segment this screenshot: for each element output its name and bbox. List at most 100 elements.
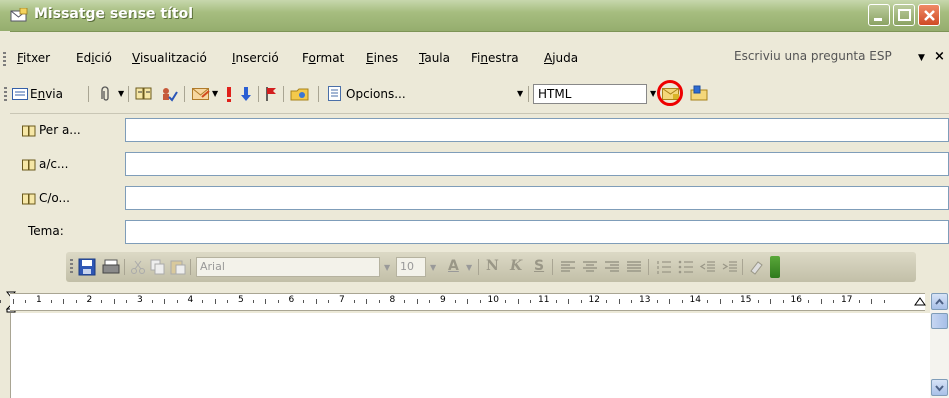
ruler-number: 9 bbox=[440, 295, 446, 305]
to-row: Per a... bbox=[10, 116, 949, 144]
send-button[interactable]: Envia bbox=[30, 87, 63, 101]
cut-icon[interactable] bbox=[130, 259, 146, 275]
ruler-tick bbox=[871, 299, 873, 304]
decrease-indent-icon[interactable] bbox=[700, 259, 716, 275]
menu-visualitzacio[interactable]: Visualització bbox=[132, 51, 207, 65]
ruler-tick bbox=[164, 299, 166, 304]
close-document-button[interactable]: × bbox=[934, 49, 945, 64]
toolbar-separator bbox=[318, 86, 319, 102]
menu-eines[interactable]: Eines bbox=[366, 51, 398, 65]
ruler-tick bbox=[0, 300, 2, 303]
scroll-up-button[interactable] bbox=[931, 293, 948, 310]
ruler-tick bbox=[113, 299, 115, 304]
bulleted-list-icon[interactable] bbox=[678, 259, 694, 275]
save-icon[interactable] bbox=[78, 258, 96, 276]
font-color-button[interactable]: A bbox=[448, 258, 459, 274]
toolbar-separator bbox=[258, 86, 259, 102]
format-toolbar-grip[interactable] bbox=[70, 259, 73, 275]
address-book-icon[interactable] bbox=[135, 86, 153, 102]
scroll-down-button[interactable] bbox=[931, 379, 948, 396]
font-color-dropdown-arrow[interactable]: ▼ bbox=[466, 263, 472, 272]
align-left-icon[interactable] bbox=[560, 259, 576, 275]
ruler-tick bbox=[808, 300, 810, 303]
ruler-tick bbox=[176, 300, 178, 303]
ruler-number: 1 bbox=[36, 295, 42, 305]
highlight-icon[interactable] bbox=[748, 259, 766, 275]
signature-envelope-icon[interactable] bbox=[192, 86, 210, 102]
send-envelope-icon bbox=[12, 88, 28, 100]
follow-up-flag-icon[interactable] bbox=[265, 86, 277, 102]
permission-folder-icon[interactable] bbox=[290, 86, 310, 102]
ruler-tick bbox=[252, 300, 254, 303]
right-indent-marker[interactable] bbox=[914, 297, 926, 307]
menu-fitxer[interactable]: Fitxer bbox=[17, 51, 50, 65]
ruler-tick bbox=[378, 300, 380, 303]
high-importance-icon[interactable] bbox=[224, 86, 234, 102]
menu-format[interactable]: Format bbox=[302, 51, 344, 65]
menu-grip[interactable] bbox=[3, 52, 6, 66]
ruler-tick bbox=[214, 299, 216, 304]
message-format-dropdown-arrow[interactable]: ▼ bbox=[650, 89, 656, 98]
bcc-button[interactable]: C/o... bbox=[18, 186, 118, 210]
low-importance-icon[interactable] bbox=[240, 86, 252, 102]
print-icon[interactable] bbox=[102, 258, 120, 276]
digital-signature-icon[interactable] bbox=[690, 85, 710, 101]
options-button[interactable]: Opcions... bbox=[346, 87, 406, 101]
vertical-scrollbar[interactable] bbox=[930, 293, 949, 398]
increase-indent-icon[interactable] bbox=[722, 259, 738, 275]
check-names-icon[interactable] bbox=[160, 86, 178, 102]
menu-insercio[interactable]: Inserció bbox=[232, 51, 279, 65]
help-dropdown-arrow[interactable]: ▼ bbox=[918, 53, 925, 63]
ruler-tick bbox=[63, 299, 65, 304]
font-name-dropdown-arrow[interactable]: ▼ bbox=[384, 263, 390, 272]
bcc-label: C/o... bbox=[39, 191, 70, 205]
subject-field[interactable] bbox=[125, 220, 949, 244]
to-label: Per a... bbox=[39, 123, 81, 137]
menu-finestra[interactable]: Finestra bbox=[471, 51, 519, 65]
menu-ajuda[interactable]: Ajuda bbox=[544, 51, 578, 65]
align-center-icon[interactable] bbox=[582, 259, 598, 275]
ruler[interactable]: 1 2 3 4 5 6 7 8 9 10 11 12 13 14 15 16 17 bbox=[0, 293, 925, 311]
help-question-box[interactable]: Escriviu una pregunta ESP bbox=[732, 49, 924, 67]
numbered-list-icon[interactable] bbox=[656, 259, 672, 275]
menu-bar: Fitxer Edició Visualització Inserció For… bbox=[0, 44, 949, 74]
message-body[interactable] bbox=[10, 313, 931, 398]
toolbar-separator bbox=[184, 86, 185, 102]
to-field[interactable] bbox=[125, 118, 949, 142]
minimize-button[interactable] bbox=[868, 4, 890, 26]
paperclip-icon[interactable] bbox=[98, 86, 112, 102]
italic-button[interactable]: K bbox=[510, 258, 522, 274]
message-format-select[interactable]: HTML bbox=[533, 84, 647, 104]
ruler-tick bbox=[151, 300, 153, 303]
options-dropdown-arrow[interactable]: ▼ bbox=[517, 89, 523, 98]
ruler-tick bbox=[517, 299, 519, 304]
toolbar-grip[interactable] bbox=[4, 87, 7, 101]
ruler-tick bbox=[568, 299, 570, 304]
font-size-box[interactable]: 10 bbox=[396, 257, 426, 277]
ruler-tick bbox=[770, 299, 772, 304]
ruler-tick bbox=[75, 300, 77, 303]
menu-edicio[interactable]: Edició bbox=[76, 51, 112, 65]
title-bar[interactable]: Missatge sense títol bbox=[0, 0, 949, 32]
paste-icon[interactable] bbox=[170, 259, 186, 275]
align-right-icon[interactable] bbox=[604, 259, 620, 275]
cc-button[interactable]: a/c... bbox=[18, 152, 118, 176]
maximize-button[interactable] bbox=[893, 4, 915, 26]
menu-taula[interactable]: Taula bbox=[419, 51, 450, 65]
toolbar-options-button[interactable] bbox=[770, 256, 780, 278]
scroll-thumb[interactable] bbox=[931, 313, 948, 329]
signature-dropdown-arrow[interactable]: ▼ bbox=[212, 89, 218, 98]
justify-icon[interactable] bbox=[626, 259, 642, 275]
cc-field[interactable] bbox=[125, 152, 949, 176]
to-button[interactable]: Per a... bbox=[18, 118, 118, 142]
bcc-field[interactable] bbox=[125, 186, 949, 210]
attach-dropdown-arrow[interactable]: ▼ bbox=[118, 89, 124, 98]
close-button[interactable] bbox=[918, 4, 940, 26]
copy-icon[interactable] bbox=[150, 259, 166, 275]
toolbar-separator bbox=[283, 86, 284, 102]
font-name-box[interactable]: Arial bbox=[196, 257, 380, 277]
bold-button[interactable]: N bbox=[486, 258, 499, 274]
toolbar-separator bbox=[552, 259, 553, 275]
underline-button[interactable]: S bbox=[534, 258, 544, 274]
font-size-dropdown-arrow[interactable]: ▼ bbox=[430, 263, 436, 272]
